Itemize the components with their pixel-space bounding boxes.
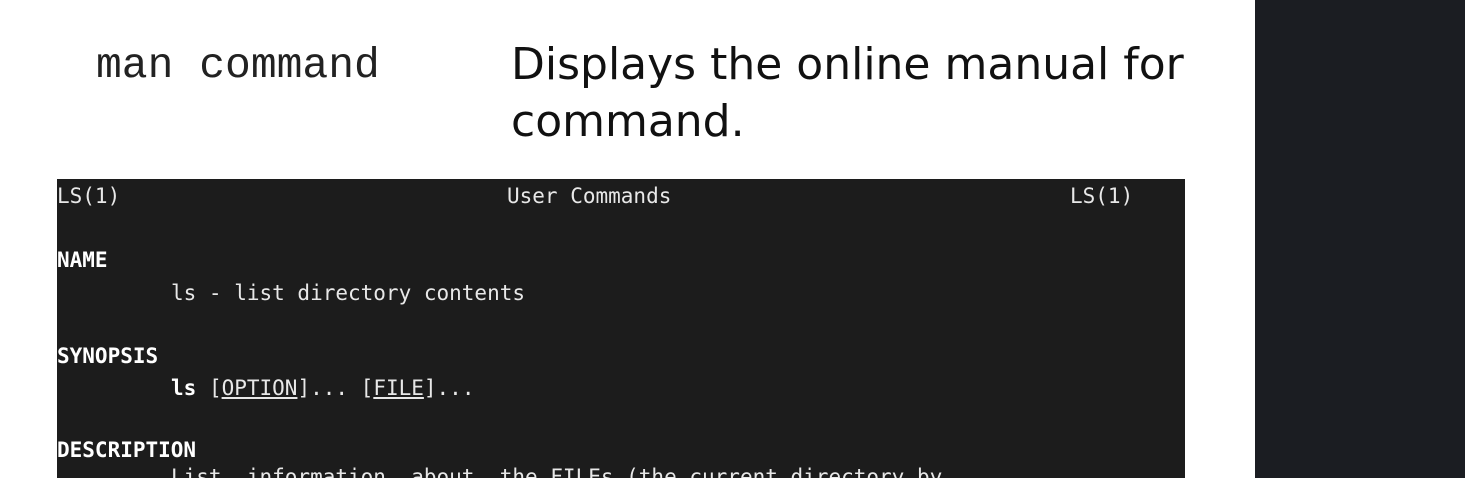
man-header-left: LS(1) bbox=[57, 184, 121, 208]
synopsis-file-arg: FILE bbox=[373, 376, 424, 400]
section-description-body: List information about the FILEs (the cu… bbox=[171, 465, 943, 478]
section-description-title: DESCRIPTION bbox=[57, 438, 197, 462]
side-panel bbox=[1255, 0, 1465, 478]
synopsis-command: ls bbox=[171, 376, 197, 400]
synopsis-text-end: ]... bbox=[423, 376, 475, 400]
command-description: Displays the online manual for command. bbox=[511, 39, 1184, 147]
section-name-title: NAME bbox=[57, 248, 108, 272]
terminal-window[interactable]: LS(1) User Commands LS(1) NAME ls - list… bbox=[57, 179, 1185, 478]
man-header-center: User Commands bbox=[507, 184, 672, 208]
section-synopsis-body: ls [OPTION]... [FILE]... bbox=[171, 375, 474, 402]
man-header-right: LS(1) bbox=[1070, 184, 1134, 208]
section-synopsis-title: SYNOPSIS bbox=[57, 344, 159, 368]
synopsis-option-arg: OPTION bbox=[221, 376, 298, 400]
synopsis-text: [ bbox=[196, 376, 222, 400]
section-name-body: ls - list directory contents bbox=[171, 281, 526, 305]
synopsis-text-mid: ]... [ bbox=[297, 376, 374, 400]
command-term: man command bbox=[96, 41, 380, 90]
slide: man command Displays the online manual f… bbox=[0, 0, 1465, 478]
